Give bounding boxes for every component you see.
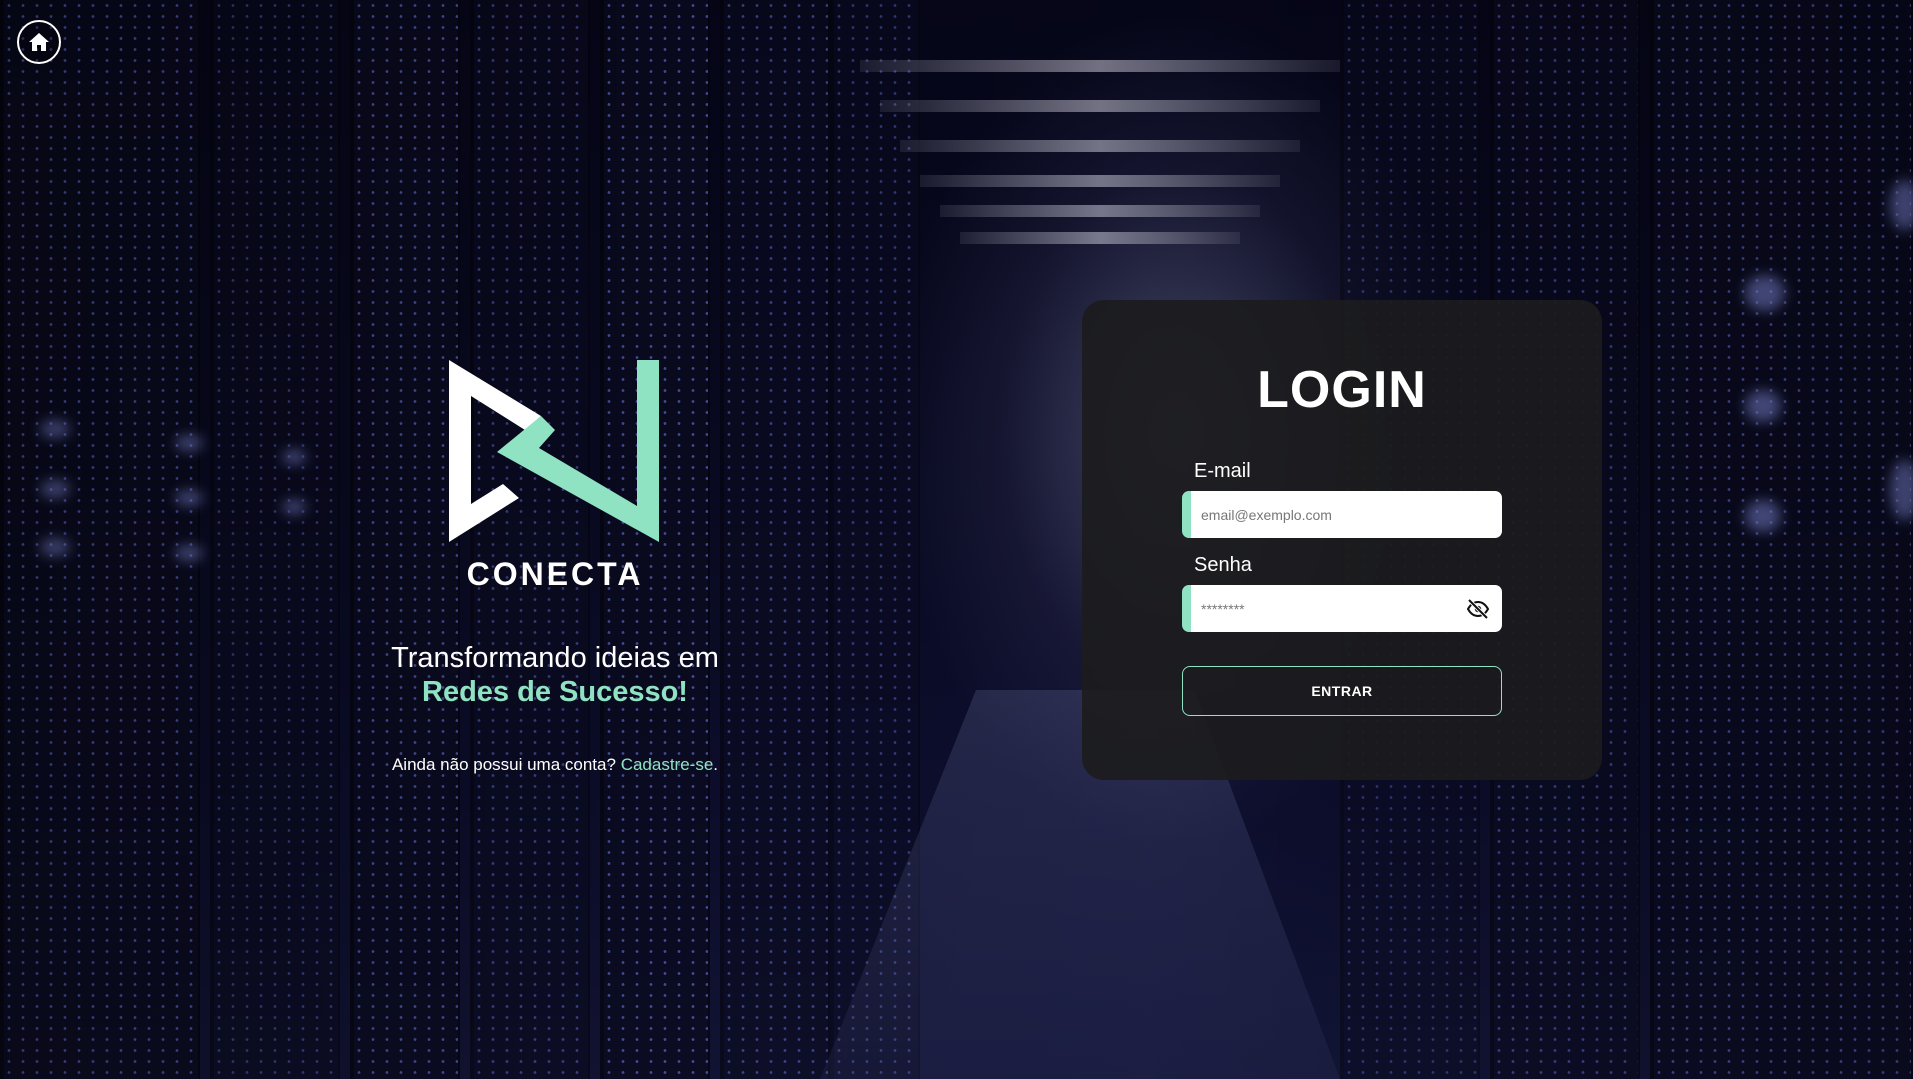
signup-suffix: . — [713, 755, 719, 774]
tagline-line1: Transformando ideias em — [391, 642, 719, 674]
signup-text: Ainda não possui uma conta? — [391, 755, 616, 774]
password-field[interactable] — [1191, 585, 1502, 632]
tagline-line2: Redes de Sucesso! — [422, 676, 688, 708]
brand-section: CONECTA Transformando ideias em Redes de… — [300, 360, 810, 775]
logo-text: CONECTA — [466, 556, 644, 592]
signup-link[interactable]: Cadastre-se — [621, 755, 714, 774]
tagline: Transformando ideias em Redes de Sucesso… — [300, 641, 810, 709]
background-image — [0, 0, 1913, 1079]
password-field-wrapper — [1182, 585, 1502, 632]
eye-slash-icon — [1466, 598, 1490, 620]
conecta-logo-icon — [449, 360, 659, 542]
signup-prompt: Ainda não possui uma conta? Cadastre-se. — [300, 755, 810, 775]
email-field-wrapper — [1182, 491, 1502, 538]
home-icon — [29, 33, 49, 51]
password-toggle-button[interactable] — [1466, 597, 1490, 621]
email-label: E-mail — [1194, 460, 1251, 482]
login-submit-button[interactable]: ENTRAR — [1182, 666, 1502, 716]
password-label: Senha — [1194, 554, 1252, 576]
home-button[interactable] — [17, 20, 61, 64]
login-title: LOGIN — [1257, 361, 1427, 419]
login-card: LOGIN E-mail Senha ENTRAR — [1082, 300, 1602, 780]
email-field[interactable] — [1191, 491, 1502, 538]
